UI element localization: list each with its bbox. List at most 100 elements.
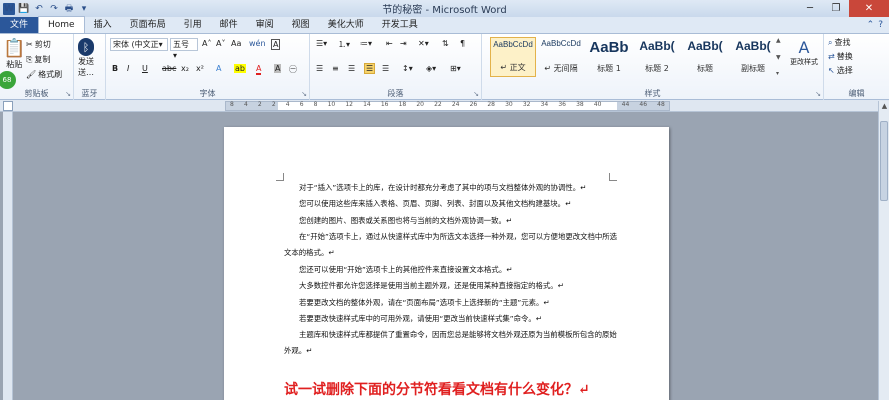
numbering-icon[interactable]: ⒈▾ (338, 39, 350, 50)
paragraph[interactable]: 对于“插入”选项卡上的库，在设计时都充分考虑了其中的项与文档整体外观的协调性。↵ (284, 180, 619, 196)
styles-launcher-icon[interactable]: ↘ (815, 90, 821, 98)
undo-icon[interactable]: ↶ (33, 3, 45, 15)
paragraph-launcher-icon[interactable]: ↘ (473, 90, 479, 98)
char-shade-button[interactable]: A (274, 64, 282, 73)
print-preview-icon[interactable]: 🖶 (63, 3, 75, 15)
bluetooth-send-button[interactable]: ᛒ 发送 送… (78, 38, 94, 78)
select-button[interactable]: ↖ 选择 (828, 65, 853, 76)
paragraph[interactable]: 您还可以使用“开始”选项卡上的其他控件来直接设置文本格式。↵ (284, 262, 619, 278)
pinyin-button[interactable]: wén (249, 39, 266, 48)
distribute-icon[interactable]: ☰ (382, 64, 389, 73)
borders-icon[interactable]: ⊞▾ (450, 64, 461, 73)
align-left-icon[interactable]: ☰ (316, 64, 323, 73)
strikethrough-button[interactable]: abc (162, 64, 176, 73)
decrease-indent-icon[interactable]: ⇤ (386, 39, 393, 48)
paragraph[interactable]: 主题库和快速样式库都提供了重置命令，因而您总是能够将文档外观还原为当前模板所包含… (284, 327, 619, 360)
paste-label: 粘贴 (6, 60, 23, 69)
scroll-down-icon[interactable]: ▼ (776, 54, 784, 61)
chinese-layout-icon[interactable]: ✕▾ (418, 39, 429, 48)
tab-view[interactable]: 视图 (283, 17, 319, 33)
scroll-up-icon[interactable]: ▲ (776, 37, 784, 44)
ruler-number: 48 (657, 101, 665, 108)
document-heading[interactable]: 试一试删除下面的分节符看看文档有什么变化？↵ (284, 379, 590, 399)
style-normal-sample: AaBbCcDd (493, 40, 533, 49)
save-icon[interactable]: 💾 (18, 3, 30, 15)
style-normal[interactable]: AaBbCcDd ↵ 正文 (490, 37, 536, 77)
tab-insert[interactable]: 插入 (85, 17, 121, 33)
bold-button[interactable]: B (112, 64, 118, 73)
change-styles-button[interactable]: A 更改样式 (786, 38, 822, 67)
tab-review[interactable]: 审阅 (247, 17, 283, 33)
style-heading-2[interactable]: AaBb( 标题 2 (634, 37, 680, 77)
styles-scroll[interactable]: ▲ ▼ ▾ (776, 37, 784, 77)
tab-home[interactable]: Home (38, 16, 85, 33)
tab-file[interactable]: 文件 (0, 17, 39, 33)
copy-button[interactable]: ⎘ 复制 (26, 54, 50, 65)
enclose-char-button[interactable]: ㊀ (289, 64, 297, 75)
tab-beautify[interactable]: 美化大师 (319, 17, 373, 33)
subscript-button[interactable]: x₂ (181, 64, 189, 73)
horizontal-ruler[interactable]: 8 4 2 2 4 6 8 10 12 14 16 18 20 22 24 26 28 30 32 34 36 38 40 4… (225, 101, 670, 111)
shrink-font-button[interactable]: A˅ (216, 39, 225, 48)
paragraph[interactable]: 您创建的图片、图表或关系图也将与当前的文档外观协调一致。↵ (284, 213, 619, 229)
style-title[interactable]: AaBb( 标题 (682, 37, 728, 77)
notification-badge: 68 (0, 71, 16, 89)
style-no-spacing[interactable]: AaBbCcDd ↵ 无间隔 (538, 37, 584, 77)
more-styles-icon[interactable]: ▾ (776, 70, 784, 77)
paragraph[interactable]: 大多数控件都允许您选择是使用当前主题外观，还是使用某种直接指定的格式。↵ (284, 278, 619, 294)
replace-button[interactable]: ⇄ 替换 (828, 51, 853, 62)
redo-icon[interactable]: ↷ (48, 3, 60, 15)
sort-icon[interactable]: ⇅ (442, 39, 449, 48)
line-spacing-icon[interactable]: ↕▾ (402, 64, 413, 73)
paragraph[interactable]: 若要更改快速样式库中的可用外观，请使用“更改当前快速样式集”命令。↵ (284, 311, 619, 327)
scrollbar-thumb[interactable] (880, 121, 888, 201)
show-marks-icon[interactable]: ¶ (460, 39, 465, 48)
style-heading-1[interactable]: AaBb 标题 1 (586, 37, 632, 77)
increase-indent-icon[interactable]: ⇥ (400, 39, 407, 48)
font-name-select[interactable]: 宋体 (中文正▾ (110, 38, 168, 51)
minimize-ribbon-icon[interactable]: ⌃ (867, 20, 875, 30)
paragraph[interactable]: 您可以使用这些库来插入表格、页眉、页脚、列表、封面以及其他文档构建基块。↵ (284, 196, 619, 212)
scroll-up-arrow-icon[interactable]: ▲ (879, 101, 889, 112)
tab-references[interactable]: 引用 (175, 17, 211, 33)
tab-selector[interactable] (3, 101, 13, 111)
italic-button[interactable]: I (127, 64, 129, 73)
paste-button[interactable]: 📋 粘贴 (3, 38, 25, 70)
style-subtitle[interactable]: AaBb( 副标题 (730, 37, 776, 77)
paragraph[interactable]: 若要更改文档的整体外观，请在“页面布局”选项卡上选择新的“主题”元素。↵ (284, 295, 619, 311)
align-center-icon[interactable]: ≡ (332, 64, 339, 73)
help-icon[interactable]: ? (878, 20, 883, 30)
char-border-button[interactable]: A (271, 39, 281, 50)
font-size-select[interactable]: 五号 ▾ (170, 38, 198, 60)
paragraph[interactable]: 在“开始”选项卡上，通过从快速样式库中为所选文本选择一种外观，您可以方便地更改文… (284, 229, 619, 262)
font-launcher-icon[interactable]: ↘ (301, 90, 307, 98)
vertical-scrollbar[interactable]: ▲ (878, 101, 889, 400)
bullets-icon[interactable]: ☰▾ (316, 39, 327, 48)
shading-icon[interactable]: ◈▾ (426, 64, 436, 73)
minimize-button[interactable]: ─ (797, 0, 823, 17)
tab-developer[interactable]: 开发工具 (373, 17, 427, 33)
text-effect-button[interactable]: A (216, 64, 221, 73)
clipboard-launcher-icon[interactable]: ↘ (65, 90, 71, 98)
format-painter-button[interactable]: 🖌 格式刷 (26, 69, 62, 80)
vertical-ruler[interactable] (3, 112, 13, 400)
font-color-button[interactable]: A (256, 64, 262, 75)
tab-mailings[interactable]: 邮件 (211, 17, 247, 33)
customize-qat-icon[interactable]: ▾ (78, 3, 90, 15)
superscript-button[interactable]: x² (196, 64, 204, 73)
ruler-number: 16 (380, 101, 389, 108)
justify-icon[interactable]: ☰ (364, 63, 376, 74)
cut-button[interactable]: ✂ 剪切 (26, 39, 51, 50)
document-page[interactable]: 对于“插入”选项卡上的库，在设计时都充分考虑了其中的项与文档整体外观的协调性。↵… (224, 127, 669, 400)
find-button[interactable]: ⌕ 查找 (828, 37, 850, 48)
multilevel-list-icon[interactable]: ≔▾ (360, 39, 372, 48)
underline-button[interactable]: U (142, 64, 148, 73)
highlight-button[interactable]: ab (234, 64, 246, 73)
grow-font-button[interactable]: A˄ (202, 39, 211, 48)
close-button[interactable]: ✕ (849, 0, 889, 17)
restore-button[interactable]: ❐ (823, 0, 849, 17)
align-right-icon[interactable]: ☰ (348, 64, 355, 73)
change-case-button[interactable]: Aa (231, 39, 241, 48)
tab-page-layout[interactable]: 页面布局 (121, 17, 175, 33)
ruler-number: 14 (363, 101, 371, 108)
